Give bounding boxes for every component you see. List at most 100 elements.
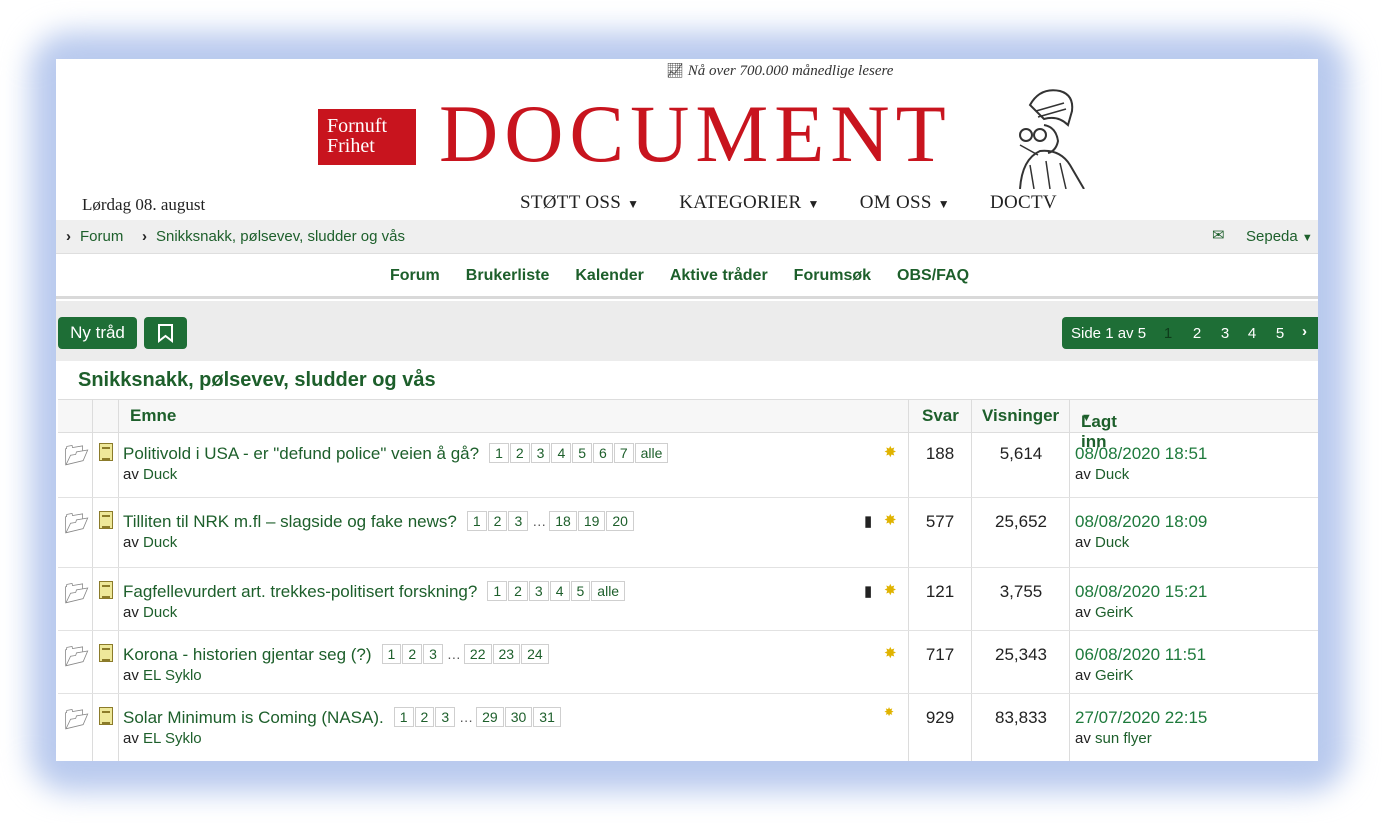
by-prefix: av: [1075, 604, 1091, 621]
thread-page-links: 1 2 3… 22 23 24: [381, 644, 550, 664]
user-menu[interactable]: Sepeda ▼: [1246, 228, 1313, 245]
tagline-text: Nå over 700.000 månedlige lesere: [687, 63, 894, 79]
thread-author[interactable]: EL Syklo: [143, 730, 202, 747]
nav-categories[interactable]: KATEGORIER ▼: [679, 192, 819, 214]
last-post-author[interactable]: Duck: [1095, 534, 1129, 551]
thread-page-link[interactable]: 20: [606, 511, 634, 531]
thread-page-link[interactable]: 3: [528, 581, 549, 601]
envelope-icon[interactable]: ✉︎: [1212, 226, 1225, 244]
thread-title[interactable]: Tilliten til NRK m.fl – slagside og fake…: [123, 512, 457, 531]
thread-page-link[interactable]: 31: [533, 707, 561, 727]
thread-author[interactable]: EL Syklo: [143, 667, 202, 684]
thread-page-link[interactable]: 2: [487, 511, 508, 531]
bookmarked-icon[interactable]: ▮: [864, 512, 872, 530]
pager-page[interactable]: 2: [1189, 325, 1205, 342]
thread-page-link[interactable]: alle: [634, 443, 669, 463]
thread-page-link[interactable]: 5: [572, 443, 593, 463]
thread-page-links: 1 2 3… 29 30 31: [393, 707, 562, 727]
thread-title[interactable]: Korona - historien gjentar seg (?): [123, 645, 372, 664]
chevron-right-icon[interactable]: ›: [1302, 323, 1307, 340]
last-post-date[interactable]: 27/07/2020 22:15: [1075, 708, 1207, 728]
thread-page-link[interactable]: 30: [504, 707, 533, 727]
nav-about[interactable]: OM OSS ▼: [860, 192, 950, 214]
thread-page-link[interactable]: 1: [466, 511, 487, 531]
thread-page-link[interactable]: 2: [509, 443, 530, 463]
bookmark-button[interactable]: [144, 317, 187, 349]
thread-title[interactable]: Solar Minimum is Coming (NASA).: [123, 708, 384, 727]
thread-page-link[interactable]: 5: [570, 581, 591, 601]
forum-nav-faq[interactable]: OBS/FAQ: [897, 267, 969, 285]
thread-page-link[interactable]: 1: [487, 581, 508, 601]
thread-page-link[interactable]: alle: [591, 581, 626, 601]
last-post-author[interactable]: sun flyer: [1095, 730, 1152, 747]
thread-page-link[interactable]: 3: [508, 511, 529, 531]
pager-page[interactable]: 5: [1272, 325, 1288, 342]
nav-support-label: STØTT OSS: [520, 192, 622, 213]
table-row[interactable]: 📂︎ Politivold i USA - er "defund police"…: [58, 433, 1318, 498]
breadcrumb: › Forum › Snikksnakk, pølsevev, sludder og…: [56, 220, 1318, 254]
thread-page-link[interactable]: 1: [489, 443, 509, 463]
thread-author[interactable]: Duck: [143, 534, 177, 551]
pager-page[interactable]: 4: [1244, 325, 1260, 342]
new-thread-button[interactable]: Ny tråd: [58, 317, 137, 349]
pager-page[interactable]: 3: [1217, 325, 1233, 342]
thread-page-link[interactable]: 3: [435, 707, 456, 727]
thread-page-link[interactable]: 18: [549, 511, 577, 531]
thread-page-link[interactable]: 1: [381, 644, 402, 664]
thread-page-link[interactable]: 24: [521, 644, 549, 664]
thread-page-link[interactable]: 7: [613, 443, 634, 463]
caret-down-icon: ▼: [807, 197, 820, 211]
thread-page-link[interactable]: 2: [508, 581, 528, 601]
last-post-author[interactable]: Duck: [1095, 466, 1129, 483]
column-views[interactable]: Visninger: [982, 406, 1059, 426]
by-prefix: av: [1075, 534, 1091, 551]
nav-support[interactable]: STØTT OSS ▼: [520, 192, 639, 214]
table-row[interactable]: 📂︎ Solar Minimum is Coming (NASA). 1 2 3… 2…: [58, 694, 1318, 761]
column-replies[interactable]: Svar: [922, 406, 959, 426]
last-post-author[interactable]: GeirK: [1095, 667, 1133, 684]
breadcrumb-item-subforum[interactable]: › Snikksnakk, pølsevev, sludder og vås: [142, 228, 405, 245]
column-topic[interactable]: Emne: [130, 406, 176, 426]
thread-page-link[interactable]: 1: [393, 707, 414, 727]
forum-nav-calendar[interactable]: Kalender: [575, 267, 643, 285]
last-post-date[interactable]: 08/08/2020 18:51: [1075, 444, 1207, 464]
view-count: 83,833: [995, 708, 1047, 727]
table-row[interactable]: 📂︎ Tilliten til NRK m.fl – slagside og f…: [58, 498, 1318, 568]
chevron-right-icon: ›: [142, 228, 147, 245]
last-post-author[interactable]: GeirK: [1095, 604, 1133, 621]
thread-author[interactable]: Duck: [143, 466, 177, 483]
table-row[interactable]: 📂︎ Korona - historien gjentar seg (?) 12…: [58, 631, 1318, 694]
thread-author[interactable]: Duck: [143, 604, 177, 621]
logo-box[interactable]: Fornuft Frihet: [318, 109, 416, 165]
site-logo[interactable]: DOCUMENT: [439, 89, 952, 179]
thread-page-link[interactable]: 29: [476, 707, 504, 727]
thread-page-link[interactable]: 4: [551, 443, 572, 463]
nav-categories-label: KATEGORIER: [679, 192, 802, 213]
last-post-date[interactable]: 06/08/2020 11:51: [1075, 645, 1206, 665]
last-post-date[interactable]: 08/08/2020 18:09: [1075, 512, 1207, 532]
breadcrumb-forum-label: Forum: [80, 228, 124, 245]
last-post-date[interactable]: 08/08/2020 15:21: [1075, 582, 1207, 602]
thread-page-link[interactable]: 3: [530, 443, 551, 463]
forum-nav-active-threads[interactable]: Aktive tråder: [670, 267, 768, 285]
table-row[interactable]: 📂︎ Fagfellevurdert art. trekkes-politise…: [58, 568, 1318, 631]
forum-nav-search[interactable]: Forumsøk: [794, 267, 871, 285]
forum-nav-forum[interactable]: Forum: [390, 267, 440, 285]
forum-nav-members[interactable]: Brukerliste: [466, 267, 550, 285]
breadcrumb-item-forum[interactable]: › Forum: [66, 228, 123, 245]
pager-page[interactable]: 1: [1160, 325, 1176, 342]
by-prefix: av: [1075, 730, 1091, 747]
thread-page-link[interactable]: 2: [402, 644, 423, 664]
bookmarked-icon[interactable]: ▮: [864, 582, 872, 600]
thread-page-link[interactable]: 6: [593, 443, 613, 463]
thread-page-link[interactable]: 22: [463, 644, 492, 664]
pager-label: Side 1 av 5: [1071, 325, 1147, 342]
thread-title[interactable]: Politivold i USA - er "defund police" ve…: [123, 444, 479, 463]
thread-page-link[interactable]: 4: [549, 581, 570, 601]
thread-page-link[interactable]: 19: [577, 511, 606, 531]
thread-page-link[interactable]: 3: [423, 644, 443, 664]
thread-page-link[interactable]: 23: [492, 644, 521, 664]
thread-page-link[interactable]: 2: [414, 707, 435, 727]
nav-doctv[interactable]: DOCTV: [990, 192, 1057, 214]
thread-title[interactable]: Fagfellevurdert art. trekkes-politisert …: [123, 582, 477, 601]
